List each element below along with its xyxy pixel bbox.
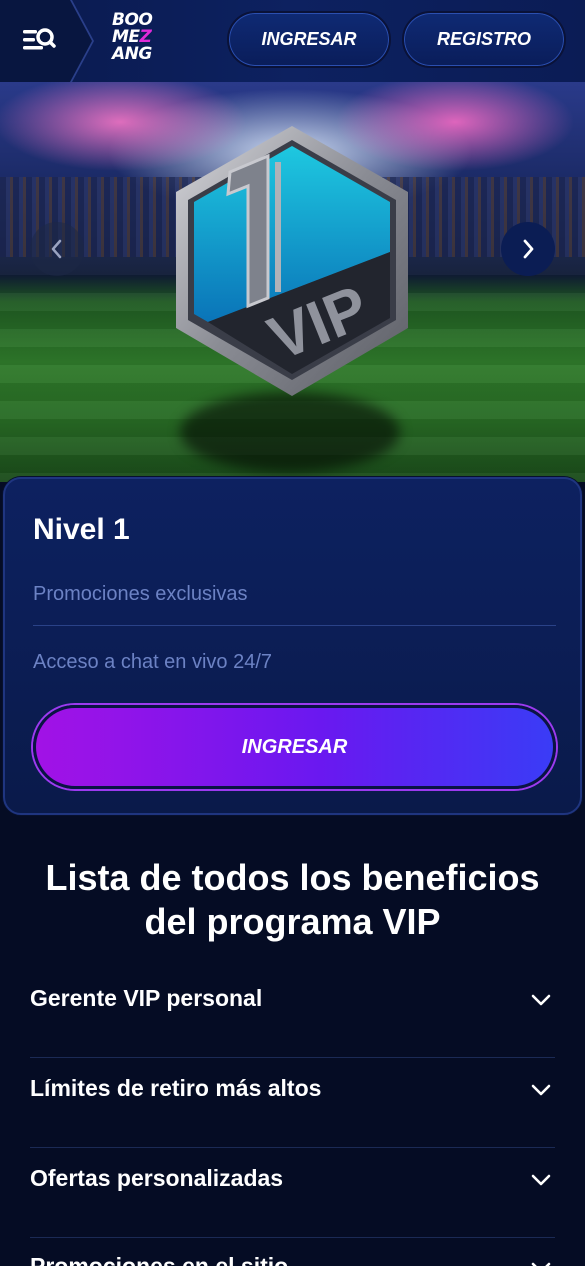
benefit-accordion-label: Ofertas personalizadas [30,1165,284,1191]
hero-banner: VIP [0,82,585,482]
benefit-divider [33,625,556,626]
chevron-down-icon [531,1084,551,1096]
benefit-accordion-label: Promociones en el sitio [30,1253,289,1266]
chevron-down-icon [531,994,551,1006]
register-button[interactable]: REGISTRO [402,11,566,68]
chevron-right-icon [523,239,534,259]
benefit-accordion-item[interactable]: Gerente VIP personal [30,968,555,1058]
carousel-prev-button[interactable] [30,222,84,276]
benefit-accordion-item[interactable]: Promociones en el sitio [30,1236,555,1266]
chevron-left-icon [51,239,62,259]
benefits-heading-line-1: Lista de todos los beneficios [45,857,540,898]
chevron-down-icon [531,1262,551,1266]
level-title: Nivel 1 [33,513,130,546]
benefit-accordion-label: Límites de retiro más altos [30,1075,322,1101]
level-benefit-item: Acceso a chat en vivo 24/7 [33,651,273,673]
carousel-next-button[interactable] [501,222,555,276]
benefit-accordion-label: Gerente VIP personal [30,985,263,1011]
vip-level-badge: VIP [176,126,408,396]
boomerang-logo[interactable]: BOO MEZ ANG [112,12,162,70]
page: BOO MEZ ANG INGRESAR REGISTRO VIP Nivel … [0,0,585,1266]
menu-search-icon [23,28,56,50]
chevron-down-icon [531,1174,551,1186]
benefit-accordion-item[interactable]: Límites de retiro más altos [30,1058,555,1148]
benefits-heading: Lista de todos los beneficios del progra… [0,856,585,944]
menu-search-button[interactable] [22,26,56,56]
level-card: Nivel 1 Promociones exclusivas Acceso a … [3,477,582,815]
benefits-heading-line-2: del programa VIP [144,901,441,942]
level-benefit-item: Promociones exclusivas [33,583,248,605]
logo-line-3: ANG [112,44,152,64]
login-button[interactable]: INGRESAR [227,11,391,68]
benefit-accordion-item[interactable]: Ofertas personalizadas [30,1148,555,1238]
level-login-button[interactable]: INGRESAR [33,705,556,789]
badge-shadow [180,392,400,472]
top-header: BOO MEZ ANG INGRESAR REGISTRO [0,0,585,82]
